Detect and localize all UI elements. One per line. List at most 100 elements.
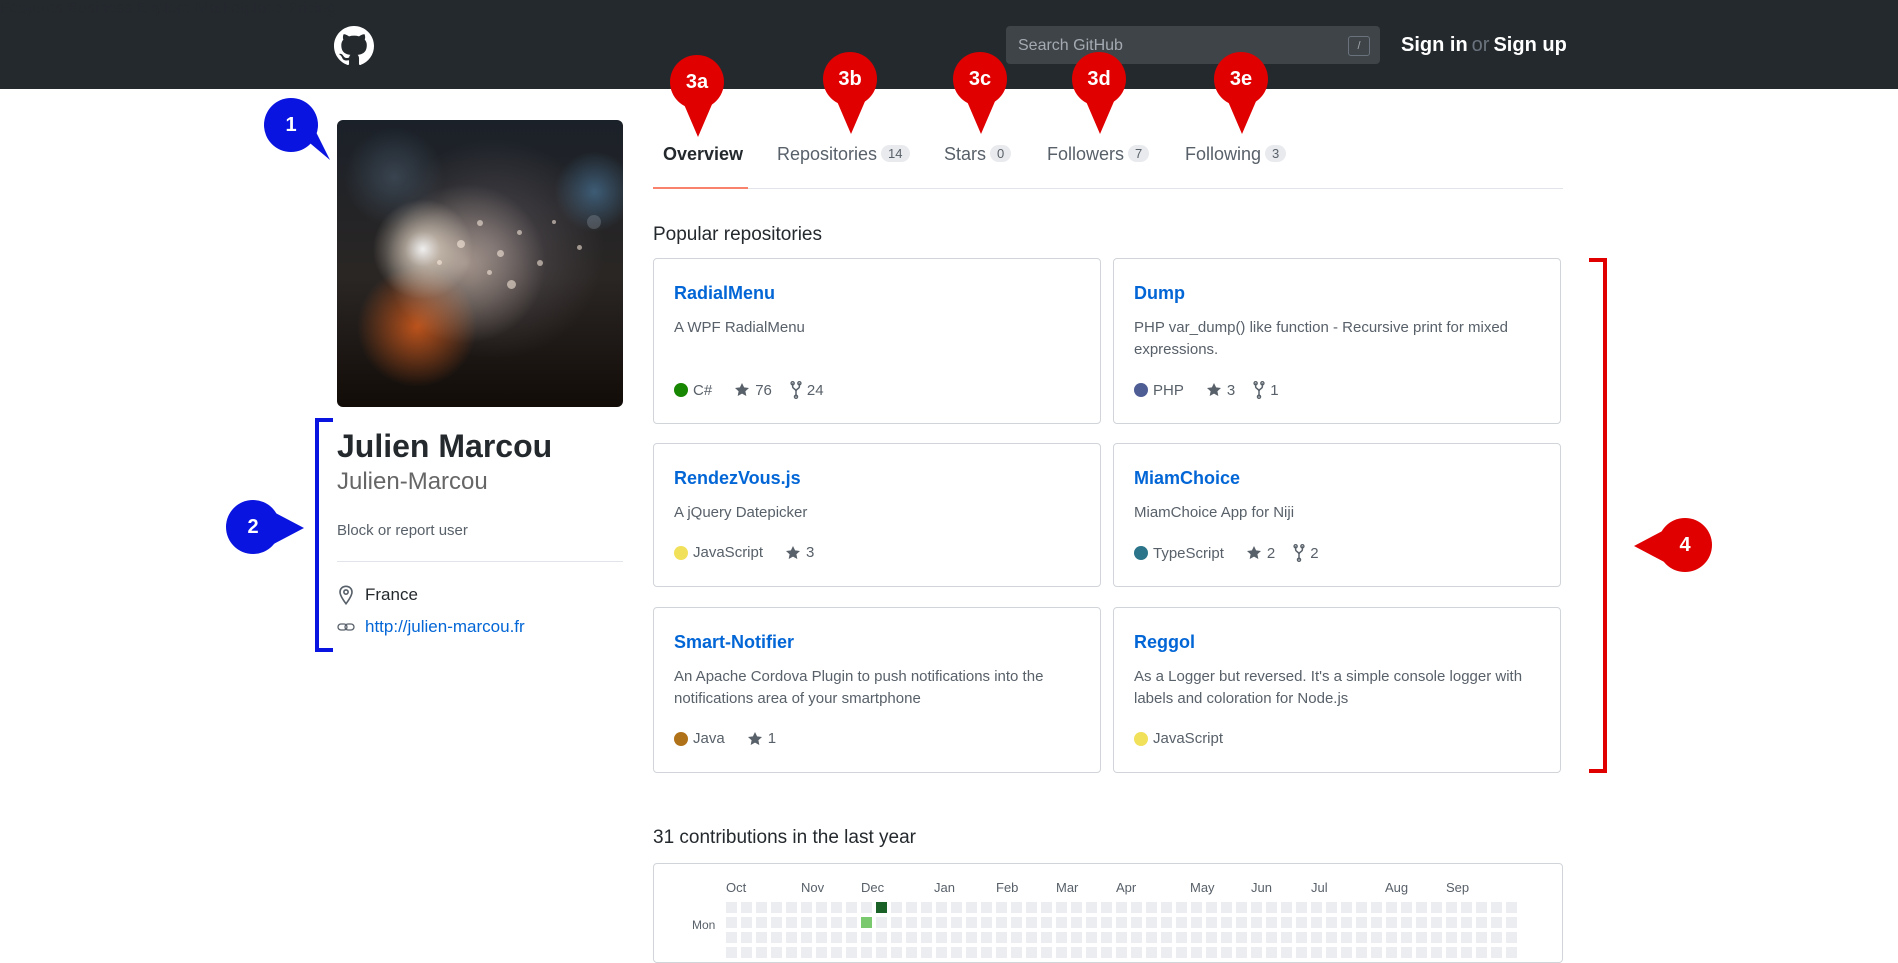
- contribution-day-cell[interactable]: [741, 917, 752, 928]
- contribution-day-cell[interactable]: [1101, 902, 1112, 913]
- contribution-day-cell[interactable]: [1311, 902, 1322, 913]
- contribution-day-cell[interactable]: [1206, 917, 1217, 928]
- contribution-day-cell[interactable]: [1401, 902, 1412, 913]
- repo-stars[interactable]: 76: [734, 382, 772, 399]
- contribution-day-cell[interactable]: [1026, 932, 1037, 943]
- contribution-day-cell[interactable]: [1236, 932, 1247, 943]
- contribution-day-cell[interactable]: [936, 917, 947, 928]
- contribution-day-cell[interactable]: [1236, 902, 1247, 913]
- contribution-day-cell[interactable]: [906, 932, 917, 943]
- contribution-day-cell[interactable]: [1446, 902, 1457, 913]
- contribution-day-cell[interactable]: [726, 932, 737, 943]
- contribution-day-cell[interactable]: [816, 917, 827, 928]
- contribution-day-cell[interactable]: [1416, 947, 1427, 958]
- contribution-day-cell[interactable]: [1176, 902, 1187, 913]
- contribution-day-cell[interactable]: [1491, 932, 1502, 943]
- contribution-day-cell[interactable]: [786, 917, 797, 928]
- repo-forks[interactable]: 24: [790, 381, 824, 399]
- contribution-day-cell[interactable]: [981, 947, 992, 958]
- repo-name-link[interactable]: Smart-Notifier: [674, 632, 794, 653]
- repo-name-link[interactable]: Reggol: [1134, 632, 1195, 653]
- contribution-day-cell[interactable]: [1101, 947, 1112, 958]
- tab-repositories[interactable]: Repositories 14: [777, 144, 910, 165]
- contribution-day-cell[interactable]: [951, 947, 962, 958]
- contribution-day-cell[interactable]: [1296, 902, 1307, 913]
- contribution-day-cell[interactable]: [1116, 947, 1127, 958]
- contribution-day-cell[interactable]: [906, 902, 917, 913]
- contribution-day-cell[interactable]: [1491, 902, 1502, 913]
- contribution-day-cell[interactable]: [1146, 902, 1157, 913]
- contribution-day-cell[interactable]: [1431, 932, 1442, 943]
- contribution-day-cell[interactable]: [1356, 902, 1367, 913]
- contribution-day-cell[interactable]: [1086, 902, 1097, 913]
- contribution-day-cell[interactable]: [1296, 932, 1307, 943]
- block-report-link[interactable]: Block or report user: [337, 522, 468, 539]
- contribution-day-cell[interactable]: [1281, 917, 1292, 928]
- contribution-day-cell[interactable]: [1461, 932, 1472, 943]
- contribution-day-cell[interactable]: [1056, 932, 1067, 943]
- contribution-day-cell[interactable]: [1011, 932, 1022, 943]
- contribution-day-cell[interactable]: [876, 947, 887, 958]
- contribution-day-cell[interactable]: [846, 947, 857, 958]
- contribution-day-cell[interactable]: [1341, 917, 1352, 928]
- contribution-day-cell[interactable]: [1251, 917, 1262, 928]
- contribution-day-cell[interactable]: [726, 917, 737, 928]
- contribution-day-cell[interactable]: [1341, 902, 1352, 913]
- contribution-day-cell[interactable]: [1476, 932, 1487, 943]
- website-link[interactable]: http://julien-marcou.fr: [365, 617, 525, 637]
- contribution-day-cell[interactable]: [1041, 932, 1052, 943]
- contribution-day-cell[interactable]: [1071, 947, 1082, 958]
- contribution-day-cell[interactable]: [1401, 917, 1412, 928]
- repo-stars[interactable]: 3: [785, 544, 814, 561]
- contribution-day-cell[interactable]: [1161, 902, 1172, 913]
- contribution-day-cell[interactable]: [786, 932, 797, 943]
- contribution-day-cell[interactable]: [981, 917, 992, 928]
- contribution-day-cell[interactable]: [1191, 947, 1202, 958]
- contribution-day-cell[interactable]: [996, 947, 1007, 958]
- contribution-day-cell[interactable]: [1146, 947, 1157, 958]
- contribution-day-cell[interactable]: [1371, 932, 1382, 943]
- contribution-day-cell[interactable]: [1041, 902, 1052, 913]
- contribution-day-cell[interactable]: [726, 902, 737, 913]
- contribution-day-cell[interactable]: [1431, 917, 1442, 928]
- contribution-day-cell[interactable]: [1371, 917, 1382, 928]
- contribution-day-cell[interactable]: [1191, 917, 1202, 928]
- sign-up-link[interactable]: Sign up: [1493, 34, 1566, 56]
- contribution-day-cell[interactable]: [1086, 917, 1097, 928]
- search-input[interactable]: [1016, 32, 1340, 60]
- contribution-day-cell[interactable]: [861, 917, 872, 928]
- contribution-day-cell[interactable]: [1491, 947, 1502, 958]
- contribution-day-cell[interactable]: [876, 902, 887, 913]
- repo-forks[interactable]: 1: [1253, 381, 1279, 399]
- contribution-day-cell[interactable]: [981, 932, 992, 943]
- contribution-day-cell[interactable]: [1491, 917, 1502, 928]
- contribution-day-cell[interactable]: [1416, 932, 1427, 943]
- contribution-day-cell[interactable]: [1011, 947, 1022, 958]
- contribution-day-cell[interactable]: [1041, 917, 1052, 928]
- contribution-day-cell[interactable]: [801, 932, 812, 943]
- contribution-day-cell[interactable]: [1131, 902, 1142, 913]
- contribution-day-cell[interactable]: [1251, 932, 1262, 943]
- contribution-day-cell[interactable]: [1131, 947, 1142, 958]
- repo-name-link[interactable]: MiamChoice: [1134, 468, 1240, 489]
- repo-name-link[interactable]: Dump: [1134, 283, 1185, 304]
- contribution-day-cell[interactable]: [951, 902, 962, 913]
- contribution-day-cell[interactable]: [891, 932, 902, 943]
- contribution-day-cell[interactable]: [921, 917, 932, 928]
- contribution-day-cell[interactable]: [1056, 947, 1067, 958]
- contribution-day-cell[interactable]: [1506, 947, 1517, 958]
- repo-name-link[interactable]: RendezVous.js: [674, 468, 801, 489]
- contribution-day-cell[interactable]: [816, 947, 827, 958]
- contribution-day-cell[interactable]: [1281, 902, 1292, 913]
- contribution-day-cell[interactable]: [1086, 932, 1097, 943]
- contribution-day-cell[interactable]: [1431, 902, 1442, 913]
- contribution-day-cell[interactable]: [756, 902, 767, 913]
- contribution-day-cell[interactable]: [1431, 947, 1442, 958]
- contribution-day-cell[interactable]: [1101, 917, 1112, 928]
- contribution-day-cell[interactable]: [1371, 947, 1382, 958]
- contribution-day-cell[interactable]: [1011, 902, 1022, 913]
- contribution-day-cell[interactable]: [756, 917, 767, 928]
- github-logo-icon[interactable]: [334, 26, 374, 66]
- tab-stars[interactable]: Stars 0: [944, 144, 1012, 165]
- contribution-day-cell[interactable]: [1116, 917, 1127, 928]
